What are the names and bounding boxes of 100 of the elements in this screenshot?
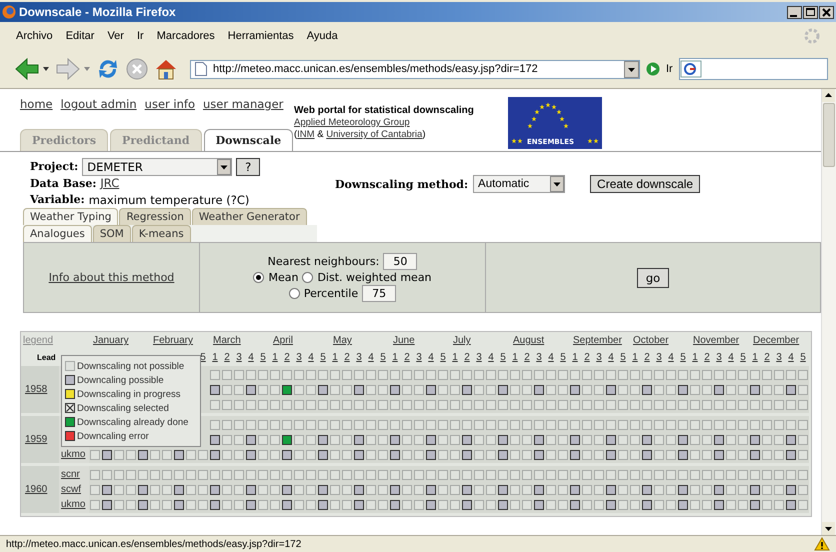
- radio-button[interactable]: [302, 272, 314, 283]
- year-link[interactable]: 1959: [25, 434, 48, 445]
- lead-link[interactable]: 4: [785, 352, 797, 363]
- model-link[interactable]: scnr: [61, 467, 89, 482]
- lead-link[interactable]: 2: [401, 352, 413, 363]
- lead-link[interactable]: 3: [233, 352, 245, 363]
- method-tab[interactable]: K-means: [132, 225, 191, 242]
- month-link[interactable]: November: [693, 335, 740, 346]
- lead-link[interactable]: 4: [605, 352, 617, 363]
- search-field[interactable]: [678, 58, 828, 80]
- go-icon[interactable]: [646, 62, 660, 76]
- lead-link[interactable]: 3: [473, 352, 485, 363]
- model-link[interactable]: scwf: [61, 482, 89, 497]
- scroll-thumb[interactable]: [823, 103, 835, 167]
- lead-link[interactable]: 1: [389, 352, 401, 363]
- month-link[interactable]: July: [453, 335, 471, 346]
- lead-link[interactable]: 2: [221, 352, 233, 363]
- method-tab[interactable]: Analogues: [23, 225, 92, 242]
- lead-link[interactable]: 2: [701, 352, 713, 363]
- menu-item[interactable]: Ir: [136, 30, 144, 42]
- menu-item[interactable]: Ver: [107, 30, 124, 42]
- minimize-icon[interactable]: [787, 6, 802, 18]
- lead-link[interactable]: 1: [209, 352, 221, 363]
- month-link[interactable]: December: [753, 335, 800, 346]
- lead-link[interactable]: 1: [269, 352, 281, 363]
- method-tab[interactable]: SOM: [92, 225, 131, 242]
- lead-link[interactable]: 5: [677, 352, 689, 363]
- caret-icon[interactable]: [43, 67, 49, 71]
- lead-link[interactable]: 4: [665, 352, 677, 363]
- lead-link[interactable]: 5: [797, 352, 809, 363]
- lead-link[interactable]: 3: [773, 352, 785, 363]
- lead-link[interactable]: 1: [449, 352, 461, 363]
- lead-link[interactable]: 2: [581, 352, 593, 363]
- dropdown-icon[interactable]: [550, 176, 564, 192]
- menu-item[interactable]: Marcadores: [156, 30, 215, 42]
- institution-link[interactable]: University of Cantabria: [326, 129, 422, 140]
- menu-item[interactable]: Archivo: [16, 30, 53, 42]
- lead-link[interactable]: 5: [317, 352, 329, 363]
- maximize-icon[interactable]: [803, 6, 818, 18]
- menu-item[interactable]: Ayuda: [306, 30, 338, 42]
- month-link[interactable]: May: [333, 335, 352, 346]
- lead-link[interactable]: 5: [497, 352, 509, 363]
- lead-link[interactable]: 4: [545, 352, 557, 363]
- lead-link[interactable]: 4: [725, 352, 737, 363]
- nav-link[interactable]: home: [20, 97, 53, 111]
- method-select[interactable]: Automatic: [473, 175, 566, 193]
- lead-link[interactable]: 2: [761, 352, 773, 363]
- dropdown-icon[interactable]: [217, 158, 232, 174]
- lead-link[interactable]: 4: [245, 352, 257, 363]
- month-link[interactable]: October: [633, 335, 669, 346]
- project-select[interactable]: DEMETER: [82, 158, 232, 176]
- month-link[interactable]: June: [393, 335, 415, 346]
- percentile-field[interactable]: 75: [362, 285, 396, 302]
- method-tab[interactable]: Regression: [119, 208, 191, 225]
- nav-link[interactable]: user info: [144, 97, 195, 111]
- radio-button[interactable]: [288, 288, 300, 299]
- lead-link[interactable]: 3: [653, 352, 665, 363]
- lead-link[interactable]: 5: [557, 352, 569, 363]
- go-label[interactable]: Ir: [666, 63, 673, 75]
- lead-link[interactable]: 3: [413, 352, 425, 363]
- forward-icon[interactable]: [55, 57, 81, 81]
- nav-link[interactable]: user manager: [202, 97, 284, 111]
- month-link[interactable]: January: [93, 335, 129, 346]
- lead-link[interactable]: 1: [629, 352, 641, 363]
- lead-link[interactable]: 4: [485, 352, 497, 363]
- address-field[interactable]: http://meteo.macc.unican.es/ensembles/methods/easy.jsp?dir=172: [190, 60, 640, 78]
- menu-item[interactable]: Herramientas: [228, 30, 294, 42]
- vertical-scrollbar[interactable]: [821, 89, 836, 535]
- lead-link[interactable]: 1: [329, 352, 341, 363]
- year-link[interactable]: 1960: [25, 484, 48, 495]
- search-engine-icon[interactable]: [680, 60, 702, 78]
- radio-button[interactable]: [253, 272, 264, 283]
- year-link[interactable]: 1958: [25, 384, 48, 395]
- lead-link[interactable]: 2: [521, 352, 533, 363]
- lead-link[interactable]: 5: [737, 352, 749, 363]
- lead-link[interactable]: 3: [293, 352, 305, 363]
- institution-link[interactable]: INM: [297, 129, 315, 140]
- lead-link[interactable]: 3: [353, 352, 365, 363]
- month-link[interactable]: September: [573, 335, 622, 346]
- lead-link[interactable]: 4: [305, 352, 317, 363]
- back-icon[interactable]: [14, 57, 40, 81]
- neighbours-field[interactable]: 50: [383, 253, 418, 270]
- scroll-up-icon[interactable]: [822, 89, 835, 102]
- dropdown-icon[interactable]: [624, 60, 639, 78]
- month-link[interactable]: April: [273, 335, 294, 346]
- create-downscale-button[interactable]: Create downscale: [590, 175, 700, 193]
- info-link[interactable]: Info about this method: [48, 271, 174, 284]
- go-button[interactable]: go: [636, 268, 670, 288]
- model-link[interactable]: ukmo: [61, 497, 89, 512]
- lead-link[interactable]: 3: [593, 352, 605, 363]
- lead-link[interactable]: 1: [509, 352, 521, 363]
- menu-item[interactable]: Editar: [66, 30, 94, 42]
- lead-link[interactable]: 2: [281, 352, 293, 363]
- lead-link[interactable]: 3: [533, 352, 545, 363]
- lead-link[interactable]: 1: [689, 352, 701, 363]
- home-icon[interactable]: [154, 57, 178, 81]
- lead-link[interactable]: 2: [341, 352, 353, 363]
- scroll-down-icon[interactable]: [822, 522, 835, 535]
- lead-link[interactable]: 5: [377, 352, 389, 363]
- lead-link[interactable]: 4: [425, 352, 437, 363]
